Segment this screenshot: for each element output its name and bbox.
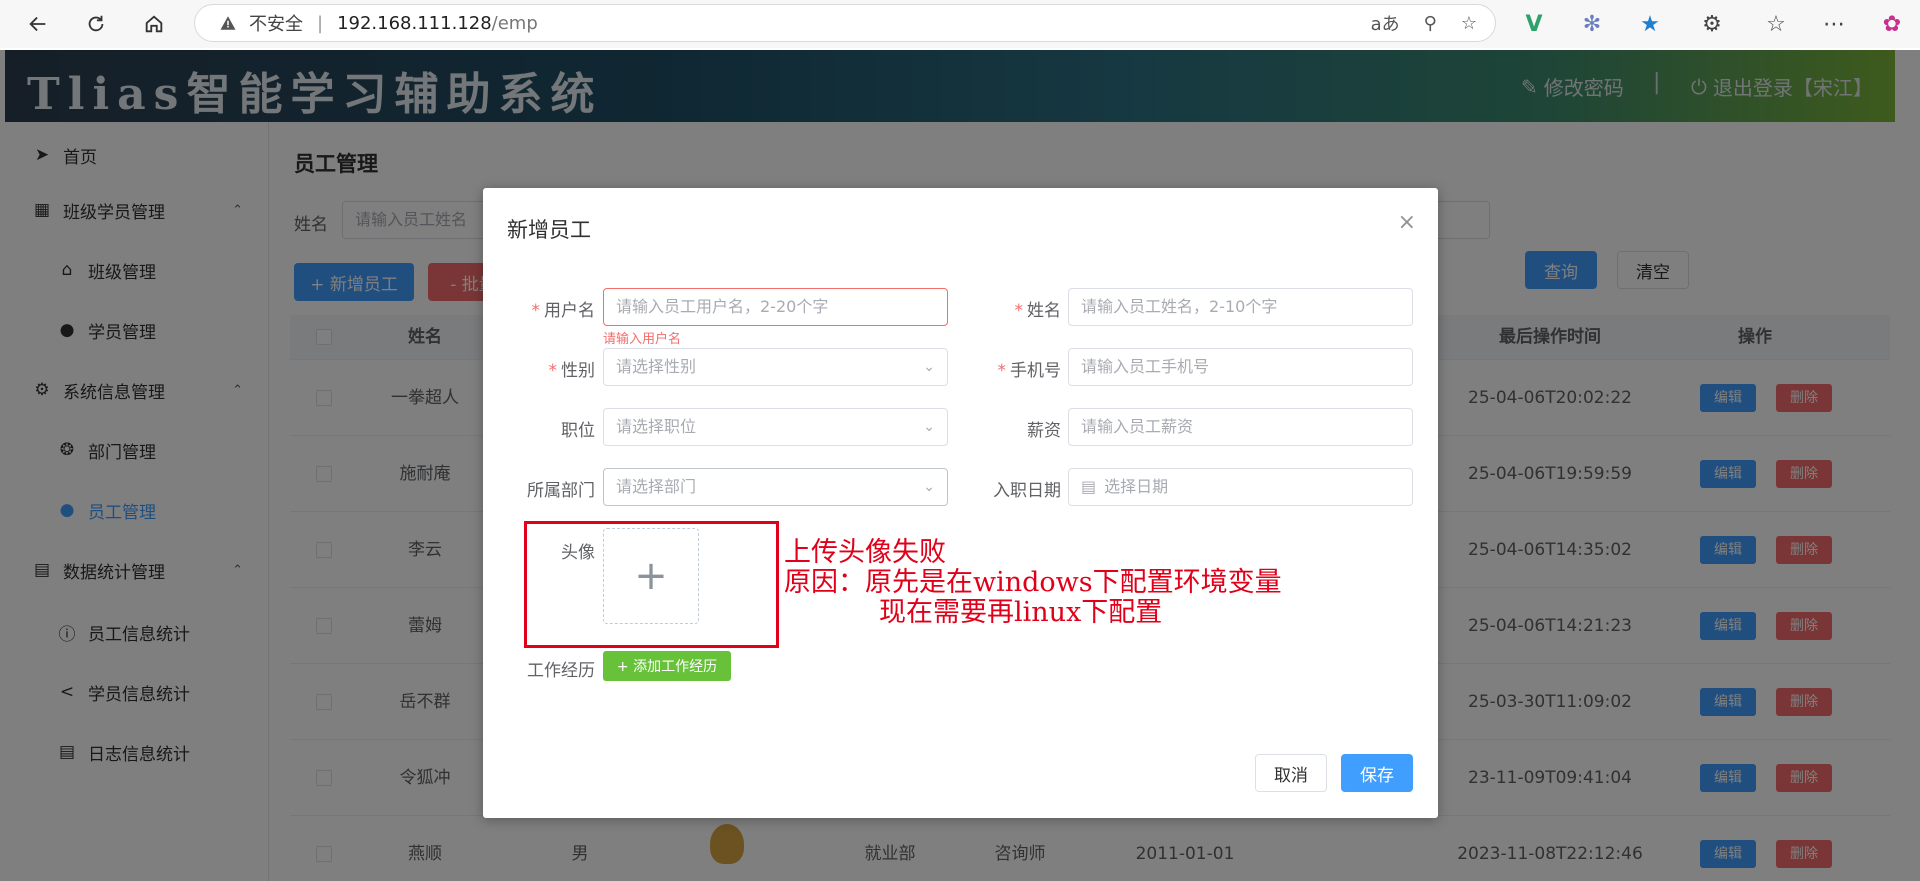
save-button[interactable]: 保存: [1341, 754, 1413, 792]
username-error: 请输入用户名: [603, 332, 682, 347]
dept-label: 所属部门: [527, 481, 595, 501]
chevron-down-icon: ⌄: [923, 359, 935, 375]
read-aloud-icon[interactable]: aあ: [1371, 10, 1400, 36]
favorites-icon[interactable]: ☆: [1758, 6, 1794, 42]
extensions-puzzle-icon[interactable]: ⚙: [1694, 6, 1730, 42]
name-label: * 姓名: [1014, 301, 1062, 321]
entry-date-picker[interactable]: ▤ 选择日期: [1068, 468, 1413, 506]
close-icon[interactable]: ×: [1398, 210, 1416, 235]
job-select-placeholder: 请选择职位: [616, 417, 697, 436]
gender-select[interactable]: 请选择性别 ⌄: [603, 348, 948, 386]
cancel-button[interactable]: 取消: [1255, 754, 1327, 792]
annotation-line-3: 现在需要再linux下配置: [879, 597, 1163, 628]
reload-icon[interactable]: [78, 6, 114, 42]
zoom-icon[interactable]: ⚲: [1424, 13, 1437, 34]
back-arrow-icon[interactable]: [20, 6, 56, 42]
dialog-title: 新增员工: [507, 218, 591, 242]
phone-input[interactable]: 请输入员工手机号: [1068, 348, 1413, 386]
username-label: * 用户名: [531, 301, 596, 321]
extension-pinwheel-icon[interactable]: ✻: [1574, 6, 1610, 42]
more-menu-icon[interactable]: ⋯: [1816, 6, 1852, 42]
entry-date-label: 入职日期: [993, 481, 1061, 501]
warning-icon: [220, 16, 236, 30]
job-label: 职位: [561, 421, 595, 441]
browser-toolbar: 不安全 | 192.168.111.128 /emp aあ ⚲ ☆ V ✻ ★ …: [0, 0, 1920, 48]
insecure-label: 不安全: [249, 14, 303, 35]
work-experience-label: 工作经历: [527, 661, 595, 681]
favorite-star-icon[interactable]: ☆: [1461, 13, 1477, 34]
annotation-box: [524, 521, 779, 648]
phone-label: * 手机号: [997, 361, 1062, 381]
dept-select-placeholder: 请选择部门: [616, 477, 697, 496]
address-separator: |: [317, 12, 324, 34]
salary-input[interactable]: 请输入员工薪资: [1068, 408, 1413, 446]
gender-select-placeholder: 请选择性别: [616, 357, 697, 376]
vue-devtools-icon[interactable]: V: [1516, 6, 1552, 42]
chevron-down-icon: ⌄: [923, 419, 935, 435]
salary-label: 薪资: [1027, 421, 1061, 441]
chevron-down-icon: ⌄: [923, 479, 935, 495]
extension-shield-icon[interactable]: ★: [1632, 6, 1668, 42]
address-bar[interactable]: 不安全 | 192.168.111.128 /emp aあ ⚲ ☆: [194, 4, 1496, 42]
url-host: 192.168.111.128: [337, 12, 492, 34]
home-icon[interactable]: [136, 6, 172, 42]
gender-label: * 性别: [548, 361, 596, 381]
username-input[interactable]: 请输入员工用户名，2-20个字: [603, 288, 948, 326]
name-input[interactable]: 请输入员工姓名，2-10个字: [1068, 288, 1413, 326]
copilot-icon[interactable]: ✿: [1874, 6, 1910, 42]
job-select[interactable]: 请选择职位 ⌄: [603, 408, 948, 446]
entry-date-placeholder: 选择日期: [1104, 477, 1169, 496]
add-employee-dialog: 新增员工 × * 用户名 请输入员工用户名，2-20个字 请输入用户名 * 姓名 请…: [483, 188, 1438, 818]
url-path: /emp: [491, 12, 538, 34]
add-work-experience-button[interactable]: + 添加工作经历: [603, 651, 731, 681]
calendar-icon: ▤: [1081, 477, 1097, 496]
dept-select[interactable]: 请选择部门 ⌄: [603, 468, 948, 506]
